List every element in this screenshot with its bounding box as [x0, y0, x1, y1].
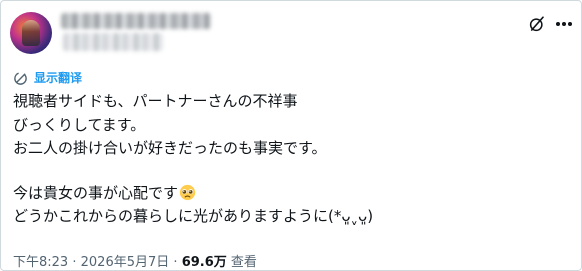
show-translation-label[interactable]: 显示翻译 [34, 70, 82, 86]
views-label[interactable]: 查看 [231, 255, 257, 270]
tweet-line-1: 視聴者サイドも、パートナーさんの不祥事 [13, 92, 298, 110]
tweet-line-4-text: 今は貴女の事が心配です [13, 183, 179, 202]
views-count[interactable]: 69.6万 [182, 255, 227, 270]
tweet-meta: 下午8:23 · 2026年5月7日 · 69.6万 查看 [13, 255, 257, 271]
pleading-face-emoji [179, 184, 196, 200]
tweet-text: 視聴者サイドも、パートナーさんの不祥事 びっくりしてます。 お二人の掛け合いが好… [13, 90, 573, 229]
avatar-figure [22, 20, 40, 46]
tweet-card[interactable]: 显示翻译 視聴者サイドも、パートナーさんの不祥事 びっくりしてます。 お二人の掛… [0, 0, 582, 271]
tweet-line-3: お二人の掛け合いが好きだったのも事実です。 [13, 139, 327, 157]
redacted-display-name[interactable] [61, 13, 211, 29]
tweet-line-5: どうかこれからの暮らしに光がありますように(*ᴗ͈ˬᴗ͈) [13, 207, 374, 225]
avatar[interactable] [10, 12, 52, 54]
redacted-handle[interactable] [63, 33, 163, 51]
tweet-line-2: びっくりしてます。 [13, 115, 146, 134]
grok-icon[interactable] [528, 15, 546, 33]
tweet-line-4: 今は貴女の事が心配です [13, 182, 573, 206]
show-translation-button[interactable]: 显示翻译 [13, 70, 82, 86]
meta-separator: · [72, 255, 77, 270]
translate-icon [14, 71, 27, 85]
meta-separator-2: · [173, 255, 178, 270]
tweet-time[interactable]: 下午8:23 [13, 255, 68, 270]
tweet-date[interactable]: 2026年5月7日 [81, 255, 170, 270]
more-icon[interactable] [555, 21, 573, 27]
